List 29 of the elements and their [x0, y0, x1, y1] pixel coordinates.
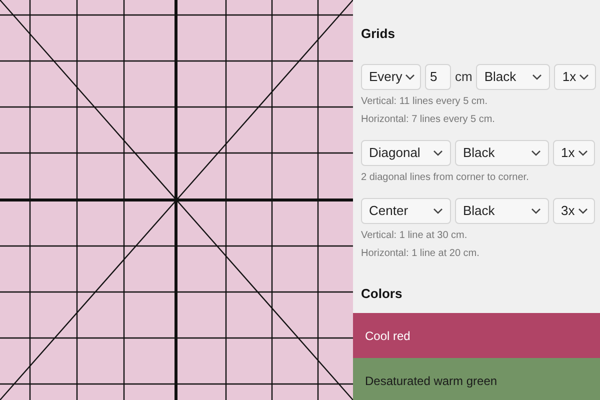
- caret-icon: [405, 74, 416, 80]
- caret-icon: [578, 150, 588, 156]
- dropdown[interactable]: Black: [455, 140, 549, 166]
- dropdown[interactable]: 1x: [554, 64, 596, 90]
- color-swatch[interactable]: Cool red: [353, 313, 600, 358]
- dropdown[interactable]: Every: [361, 64, 421, 90]
- color-swatch[interactable]: Desaturated warm green: [353, 358, 600, 400]
- caret-icon: [578, 208, 588, 214]
- grid-description: Vertical: 11 lines every 5 cm.: [361, 96, 489, 108]
- section-heading: Grids: [361, 25, 396, 43]
- caret-icon: [531, 150, 541, 156]
- caret-icon: [532, 74, 542, 80]
- caret-icon: [433, 150, 443, 156]
- grid-description: Horizontal: 7 lines every 5 cm.: [361, 114, 496, 126]
- dropdown[interactable]: 1x: [553, 140, 595, 166]
- unit-label: cm: [455, 68, 472, 86]
- grid-description: Horizontal: 1 line at 20 cm.: [361, 248, 480, 260]
- dropdown[interactable]: Center: [361, 198, 451, 224]
- dropdown[interactable]: 3x: [553, 198, 595, 224]
- dropdown[interactable]: Black: [476, 64, 550, 90]
- section-heading: Colors: [360, 284, 404, 302]
- spacing-input[interactable]: 5: [425, 64, 451, 90]
- dropdown[interactable]: Diagonal: [361, 140, 451, 166]
- caret-icon: [531, 208, 541, 214]
- caret-icon: [433, 208, 443, 214]
- caret-icon: [579, 74, 590, 80]
- dropdown[interactable]: Black: [455, 198, 549, 224]
- grid-description: 2 diagonal lines from corner to corner.: [361, 172, 530, 184]
- grid-description: Vertical: 1 line at 30 cm.: [361, 230, 468, 242]
